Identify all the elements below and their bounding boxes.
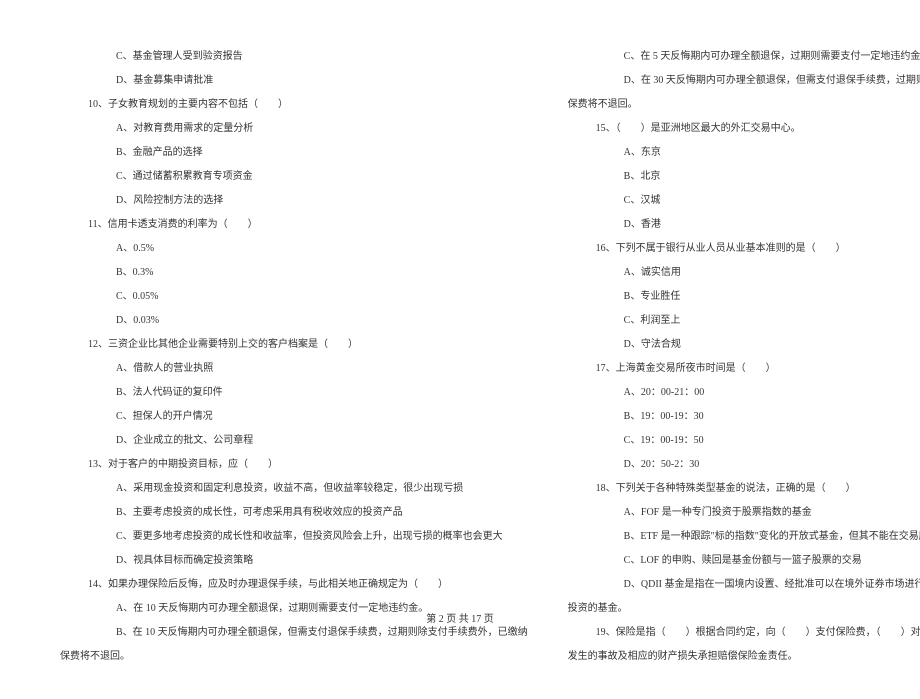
text-line: B、主要考虑投资的成长性，可考虑采用具有税收效应的投资产品 [60, 501, 528, 525]
text-line: D、守法合规 [568, 333, 920, 357]
text-line: A、采用现金投资和固定利息投资，收益不高，但收益率较稳定，很少出现亏损 [60, 477, 528, 501]
left-column: C、基金管理人受到验资报告D、基金募集申请批准10、子女教育规划的主要内容不包括… [60, 45, 528, 669]
text-line: A、FOF 是一种专门投资于股票指数的基金 [568, 501, 920, 525]
text-line: C、在 5 天反悔期内可办理全额退保，过期则需要支付一定地违约金。 [568, 45, 920, 69]
text-line: 11、信用卡透支消费的利率为（ ） [60, 213, 528, 237]
text-line: D、20：50-2：30 [568, 453, 920, 477]
text-line: D、QDII 基金是指在一国境内设置、经批准可以在境外证券市场进行股票、债券等有… [568, 573, 920, 597]
text-line: A、借款人的营业执照 [60, 357, 528, 381]
text-line: 17、上海黄金交易所夜市时间是（ ） [568, 357, 920, 381]
text-line: 13、对于客户的中期投资目标，应（ ） [60, 453, 528, 477]
text-line: D、0.03% [60, 309, 528, 333]
text-line: D、香港 [568, 213, 920, 237]
text-line: B、ETF 是一种跟踪"标的指数"变化的开放式基金，但其不能在交易所上市 [568, 525, 920, 549]
text-line: B、金融产品的选择 [60, 141, 528, 165]
text-line: D、企业成立的批文、公司章程 [60, 429, 528, 453]
right-column: C、在 5 天反悔期内可办理全额退保，过期则需要支付一定地违约金。D、在 30 … [568, 45, 920, 669]
text-line: C、要更多地考虑投资的成长性和收益率，但投资风险会上升，出现亏损的概率也会更大 [60, 525, 528, 549]
text-line: B、法人代码证的复印件 [60, 381, 528, 405]
text-line: 16、下列不属于银行从业人员从业基本准则的是（ ） [568, 237, 920, 261]
text-line: A、20：00-21：00 [568, 381, 920, 405]
text-line: 15、（ ）是亚洲地区最大的外汇交易中心。 [568, 117, 920, 141]
text-line: C、LOF 的申购、赎回是基金份额与一篮子股票的交易 [568, 549, 920, 573]
text-line: C、担保人的开户情况 [60, 405, 528, 429]
text-line: 10、子女教育规划的主要内容不包括（ ） [60, 93, 528, 117]
text-line: C、基金管理人受到验资报告 [60, 45, 528, 69]
text-line: A、对教育费用需求的定量分析 [60, 117, 528, 141]
text-line: C、通过储蓄积累教育专项资金 [60, 165, 528, 189]
text-line: A、诚实信用 [568, 261, 920, 285]
text-line: A、东京 [568, 141, 920, 165]
text-line: B、专业胜任 [568, 285, 920, 309]
text-line: B、北京 [568, 165, 920, 189]
document-page: C、基金管理人受到验资报告D、基金募集申请批准10、子女教育规划的主要内容不包括… [0, 0, 920, 699]
text-line: 保费将不退回。 [60, 645, 528, 669]
text-line: 14、如果办理保险后反悔，应及时办理退保手续，与此相关地正确规定为（ ） [60, 573, 528, 597]
page-footer: 第 2 页 共 17 页 [0, 610, 920, 625]
text-line: C、19：00-19：50 [568, 429, 920, 453]
text-line: 18、下列关于各种特殊类型基金的说法，正确的是（ ） [568, 477, 920, 501]
text-line: C、0.05% [60, 285, 528, 309]
text-line: D、风险控制方法的选择 [60, 189, 528, 213]
text-line: D、基金募集申请批准 [60, 69, 528, 93]
text-line: D、视具体目标而确定投资策略 [60, 549, 528, 573]
text-line: 保费将不退回。 [568, 93, 920, 117]
text-line: A、0.5% [60, 237, 528, 261]
text-line: C、利润至上 [568, 309, 920, 333]
text-line: D、在 30 天反悔期内可办理全额退保，但需支付退保手续费，过期则除支付手续费外… [568, 69, 920, 93]
text-line: C、汉城 [568, 189, 920, 213]
text-line: 12、三资企业比其他企业需要特别上交的客户档案是（ ） [60, 333, 528, 357]
text-line: 发生的事故及相应的财产损失承担赔偿保险金责任。 [568, 645, 920, 669]
text-line: B、0.3% [60, 261, 528, 285]
text-line: B、19：00-19：30 [568, 405, 920, 429]
